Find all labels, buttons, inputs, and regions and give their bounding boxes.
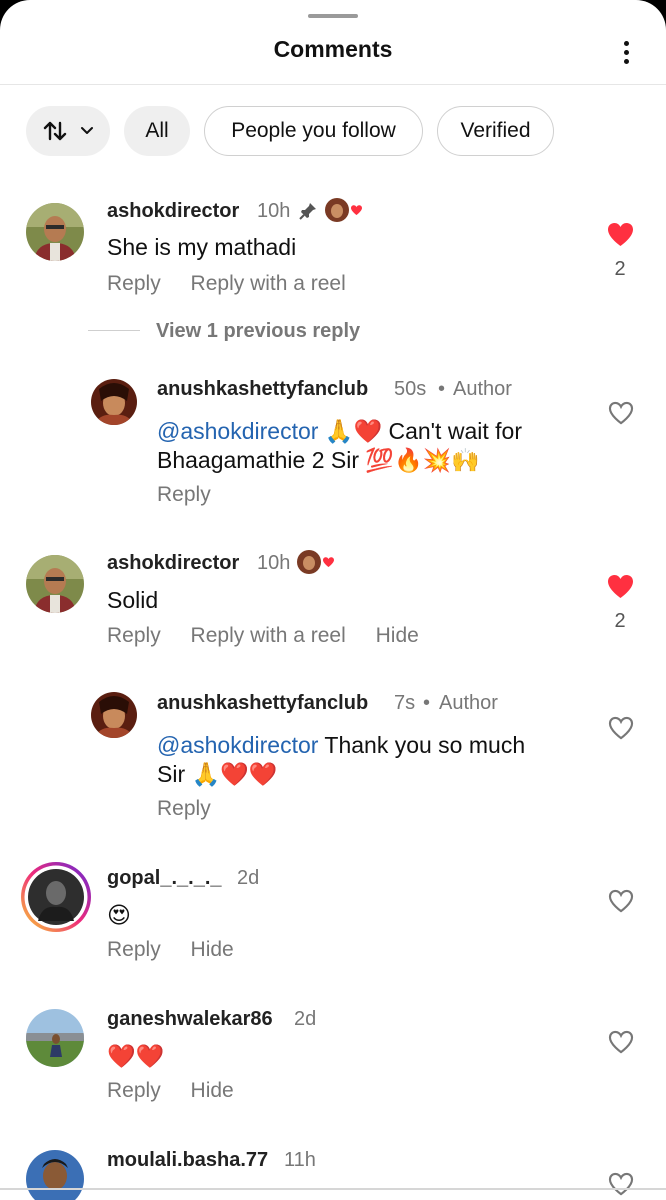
filter-chip-all[interactable]: All	[124, 106, 190, 156]
comment-time: 2d	[237, 867, 260, 889]
author-label: Author	[439, 692, 498, 714]
reply-button[interactable]: Reply	[157, 483, 211, 506]
meta-separator: •	[438, 378, 446, 400]
hide-button[interactable]: Hide	[376, 624, 419, 647]
comment-text-line: Thank you so much	[318, 732, 526, 758]
comment-text: 😍	[107, 902, 131, 928]
comment-actions: Reply Hide	[107, 938, 258, 962]
creator-liked-icon	[296, 548, 340, 576]
comment-time: 10h	[257, 552, 291, 574]
avatar[interactable]	[91, 692, 137, 738]
avatar[interactable]	[26, 203, 84, 261]
reply-button[interactable]: Reply	[107, 624, 161, 647]
comment-actions: Reply Reply with a reel Hide	[107, 624, 443, 648]
comment-actions: Reply	[157, 483, 235, 507]
comment-actions: Reply	[157, 797, 235, 821]
comment-username[interactable]: moulali.basha.77	[107, 1149, 268, 1172]
comment-time: 2d	[294, 1008, 317, 1030]
like-heart-icon[interactable]	[608, 1172, 634, 1196]
comment-text: @ashokdirector 🙏❤️ Can't wait for Bhaaga…	[157, 417, 577, 475]
like-heart-icon[interactable]	[608, 401, 634, 425]
mention-link[interactable]: @ashokdirector	[157, 732, 318, 758]
filter-chip-verified[interactable]: Verified	[437, 106, 554, 156]
comments-sheet: Comments All People you follow Verified …	[0, 0, 666, 1200]
comment-username[interactable]: anushkashettyfanclub	[157, 692, 368, 715]
view-previous-replies[interactable]: View 1 previous reply	[156, 320, 360, 343]
more-options-icon[interactable]	[612, 38, 640, 66]
comment-time: 11h	[284, 1149, 316, 1171]
like-heart-icon[interactable]	[608, 889, 634, 913]
comment-username[interactable]: ganeshwalekar86	[107, 1008, 273, 1031]
avatar[interactable]	[26, 1009, 84, 1067]
avatar-story-ring[interactable]	[20, 861, 92, 933]
author-label: Author	[453, 378, 512, 400]
comment-text: @ashokdirector Thank you so much Sir 🙏❤️…	[157, 731, 577, 789]
like-heart-icon[interactable]	[608, 1030, 634, 1054]
creator-liked-icon	[324, 196, 368, 224]
thread-line	[88, 330, 140, 331]
reply-button[interactable]: Reply	[107, 1079, 161, 1102]
comment-actions: Reply Hide	[107, 1079, 258, 1103]
like-count: 2	[614, 610, 626, 632]
hide-button[interactable]: Hide	[191, 938, 234, 961]
avatar[interactable]	[26, 555, 84, 613]
comment-text-line: 🙏❤️ Can't wait for	[318, 418, 522, 444]
comment-username[interactable]: anushkashettyfanclub	[157, 378, 368, 401]
drag-handle[interactable]	[308, 14, 358, 18]
reply-button[interactable]: Reply	[157, 797, 211, 820]
like-count: 2	[614, 258, 626, 280]
mention-link[interactable]: @ashokdirector	[157, 418, 318, 444]
comment-time: 10h	[257, 200, 291, 222]
like-heart-filled-icon[interactable]	[607, 574, 634, 599]
reply-button[interactable]: Reply	[107, 938, 161, 961]
comment-actions: Reply Reply with a reel	[107, 272, 370, 296]
header-divider	[0, 84, 666, 85]
bottom-divider	[0, 1188, 666, 1190]
meta-separator: •	[423, 692, 431, 714]
comment-text-line: Sir 🙏❤️❤️	[157, 761, 278, 787]
page-title: Comments	[273, 36, 393, 62]
comment-text-line: Bhaagamathie 2 Sir 💯🔥💥🙌	[157, 447, 480, 473]
comment-time: 50s	[394, 378, 427, 400]
pin-icon	[299, 203, 316, 220]
reply-with-reel-button[interactable]: Reply with a reel	[191, 272, 346, 295]
comment-text: She is my mathadi	[107, 234, 297, 260]
like-heart-filled-icon[interactable]	[607, 222, 634, 247]
avatar[interactable]	[91, 379, 137, 425]
reply-with-reel-button[interactable]: Reply with a reel	[191, 624, 346, 647]
comment-username[interactable]: ashokdirector	[107, 200, 239, 223]
sort-icon	[43, 121, 93, 141]
filter-chip-people-you-follow[interactable]: People you follow	[204, 106, 423, 156]
hide-button[interactable]: Hide	[191, 1079, 234, 1102]
comment-time: 7s	[394, 692, 416, 714]
avatar[interactable]	[26, 1150, 84, 1200]
comment-username[interactable]: gopal_._._._	[107, 867, 222, 890]
comment-text: Solid	[107, 587, 159, 613]
comment-username[interactable]: ashokdirector	[107, 552, 239, 575]
like-heart-icon[interactable]	[608, 716, 634, 740]
comment-text: ❤️❤️	[107, 1043, 165, 1069]
sort-button[interactable]	[26, 106, 110, 156]
reply-button[interactable]: Reply	[107, 272, 161, 295]
